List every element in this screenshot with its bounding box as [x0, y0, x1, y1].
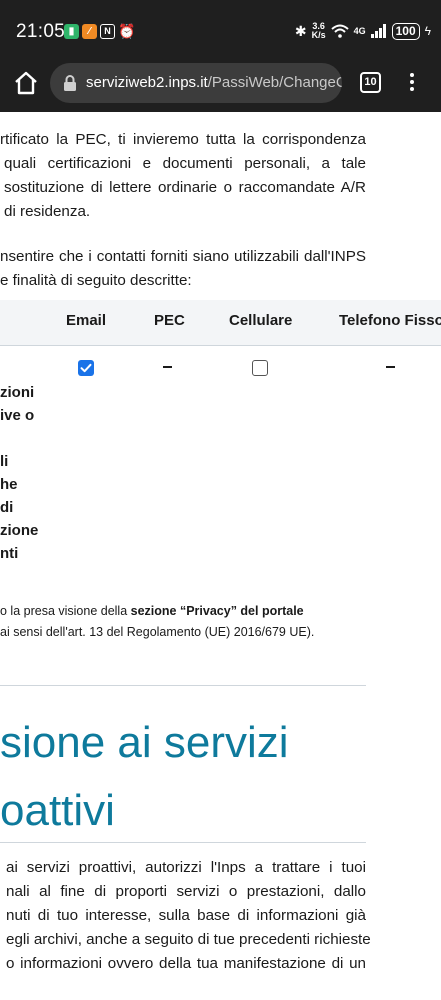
privacy-note: o la presa visione della sezione “Privac… — [0, 601, 314, 643]
row-label-line: li — [0, 453, 9, 470]
speed-unit: K/s — [311, 30, 326, 40]
alarm-icon: ⏰ — [118, 23, 136, 39]
text-line: di residenza. — [4, 203, 91, 220]
text-line: ai servizi proattivi, autorizzi l'Inps a… — [6, 859, 366, 876]
row-label-line: zioni — [0, 384, 35, 401]
section-title-line: sione ai servizi — [0, 718, 289, 767]
row-label-line: zione — [0, 522, 39, 539]
status-indicators: ✱ 3.6 K/s 4G 100 ϟ — [295, 22, 431, 40]
nfc-icon: N — [100, 24, 115, 39]
wifi-icon — [330, 24, 349, 38]
tab-switcher-button[interactable]: 10 — [360, 72, 381, 93]
section-title-line: oattivi — [0, 786, 115, 835]
intro-paragraph: rtificato la PEC, ti invieremo tutta la … — [0, 128, 366, 224]
privacy-section-link[interactable]: sezione “Privacy” del portale — [131, 604, 304, 618]
text-line: nuti di tuo interesse, sulla base di inf… — [6, 907, 366, 924]
cellulare-checkbox[interactable] — [252, 360, 268, 376]
text-line: nsentire che i contatti forniti siano ut… — [0, 248, 366, 265]
text-line: o informazioni ovvero della tua manifest… — [6, 955, 366, 972]
charging-icon: ϟ — [424, 24, 431, 38]
section-paragraph: ai servizi proattivi, autorizzi l'Inps a… — [6, 856, 371, 976]
overflow-menu-icon[interactable] — [402, 70, 422, 96]
row-label-line: ive o — [0, 407, 35, 424]
telefono-fisso-not-available-dash — [386, 366, 395, 368]
browser-toolbar: serviziweb2.inps.it/PassiWeb/ChangeCo 10 — [0, 56, 441, 112]
network-speed: 3.6 K/s — [312, 22, 326, 40]
text-line: rtificato la PEC, ti invieremo tutta la … — [0, 131, 366, 148]
column-header-telefono-fisso: Telefono Fisso — [339, 312, 441, 329]
green-app-icon: ▮ — [64, 24, 79, 39]
text-line: e finalità di seguito descritte: — [0, 272, 192, 289]
row-label: zioni ive o li he di zione nti — [0, 381, 38, 565]
battery-indicator: 100 — [391, 22, 420, 40]
address-bar[interactable]: serviziweb2.inps.it/PassiWeb/ChangeCo — [50, 63, 342, 103]
network-type: 4G — [353, 26, 366, 36]
signal-icon — [370, 24, 386, 38]
divider — [0, 685, 366, 686]
text-line: nali al fine di proporti servizi o prest… — [6, 883, 366, 900]
url-host: serviziweb2.inps.it — [86, 74, 208, 91]
pec-not-available-dash — [163, 366, 172, 368]
row-label-line — [0, 427, 38, 450]
consent-paragraph: nsentire che i contatti forniti siano ut… — [0, 245, 366, 293]
divider — [0, 842, 366, 843]
bluetooth-icon: ✱ — [294, 22, 307, 39]
url-path: /PassiWeb/ChangeCo — [207, 74, 342, 91]
web-page: rtificato la PEC, ti invieremo tutta la … — [0, 112, 441, 1000]
url-text[interactable]: serviziweb2.inps.it/PassiWeb/ChangeCo — [86, 74, 342, 91]
row-label-line: he — [0, 476, 18, 493]
home-icon[interactable] — [12, 69, 40, 97]
email-checkbox[interactable] — [78, 360, 94, 376]
row-label-line: nti — [0, 545, 19, 562]
text-line: egli archivi, anche a seguito di tue pre… — [6, 931, 371, 948]
row-label-line: di — [0, 499, 14, 516]
contacts-table-header: Email PEC Cellulare Telefono Fisso — [0, 300, 441, 346]
privacy-note-text: o la presa visione della — [0, 604, 131, 618]
text-line: quali certificazioni e documenti persona… — [4, 155, 366, 172]
status-bar: 21:05 ▮ ⁄ N ⏰ ✱ 3.6 K/s 4G 100 ϟ — [0, 0, 441, 56]
lock-icon[interactable] — [63, 75, 77, 91]
privacy-note-text: ai sensi dell'art. 13 del Regolamento (U… — [0, 625, 315, 639]
orange-app-icon: ⁄ — [82, 24, 97, 39]
checkmark-icon — [80, 363, 92, 373]
text-line: sostituzione di lettere ordinarie o racc… — [4, 179, 366, 196]
notification-icons: ▮ ⁄ N ⏰ — [64, 23, 136, 39]
column-header-cellulare: Cellulare — [229, 312, 293, 329]
status-time: 21:05 — [16, 21, 66, 42]
column-header-pec: PEC — [154, 312, 185, 329]
column-header-email: Email — [66, 312, 107, 329]
